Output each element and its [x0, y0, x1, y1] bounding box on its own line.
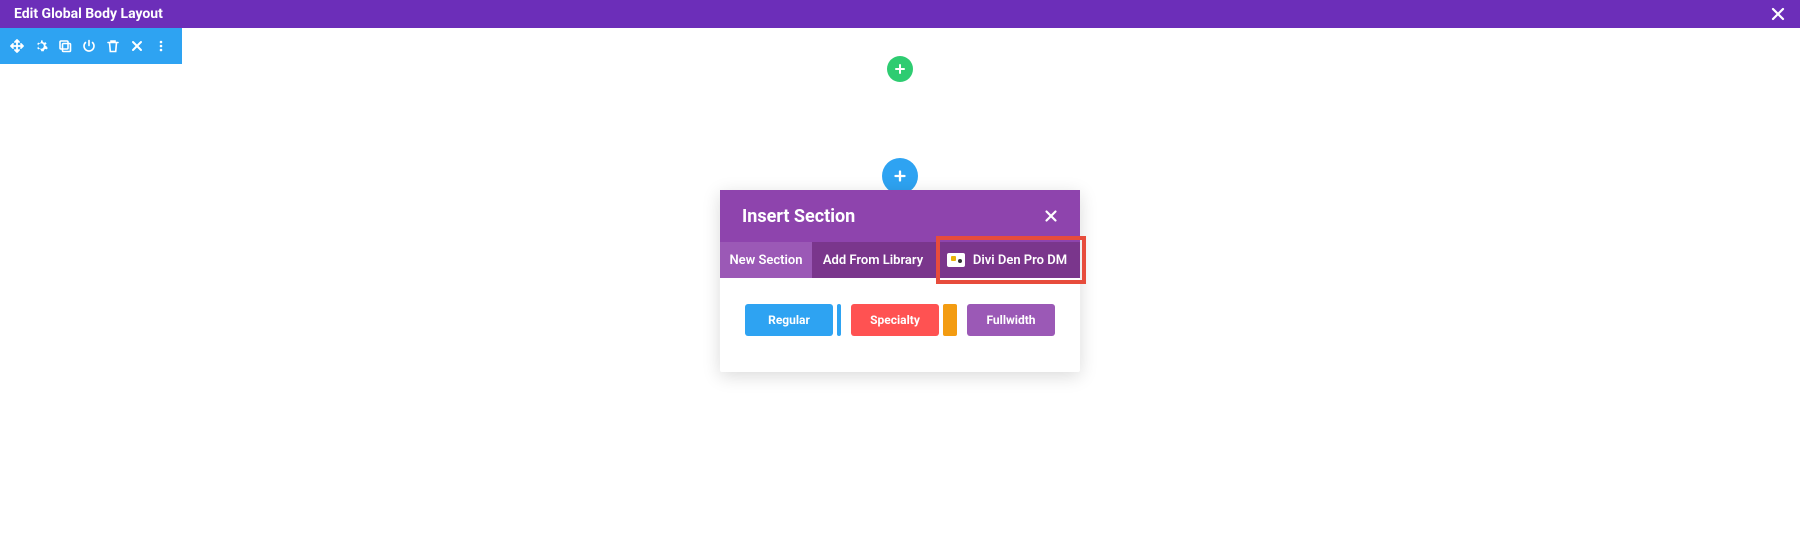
modal-title: Insert Section	[742, 206, 855, 227]
settings-button[interactable]	[34, 39, 48, 53]
tab-new-section[interactable]: New Section	[720, 242, 812, 278]
modal-header: Insert Section	[720, 190, 1080, 242]
tab-label: Divi Den Pro DM	[973, 253, 1067, 268]
header-close-button[interactable]	[1770, 6, 1786, 22]
plugin-icon	[947, 253, 965, 267]
tab-add-from-library[interactable]: Add From Library	[812, 242, 934, 278]
tab-label: New Section	[729, 253, 802, 268]
section-type-row: Regular Specialty Fullwidth	[720, 278, 1080, 372]
modal-tab-bar: New Section Add From Library Divi Den Pr…	[720, 242, 1080, 278]
modal-close-button[interactable]	[1044, 209, 1058, 223]
tab-divi-den-pro-dm[interactable]: Divi Den Pro DM	[934, 242, 1080, 278]
specialty-section-group: Specialty	[851, 304, 957, 336]
fullwidth-section-button[interactable]: Fullwidth	[967, 304, 1055, 336]
trash-icon	[106, 39, 120, 53]
page-title: Edit Global Body Layout	[14, 6, 163, 22]
plus-icon	[894, 63, 906, 75]
insert-section-modal: Insert Section New Section Add From Libr…	[720, 190, 1080, 372]
regular-section-button[interactable]: Regular	[745, 304, 833, 336]
duplicate-icon	[58, 39, 72, 53]
power-button[interactable]	[82, 39, 96, 53]
delete-button[interactable]	[106, 39, 120, 53]
move-button[interactable]	[10, 39, 24, 53]
close-icon	[130, 39, 144, 53]
plus-icon	[893, 169, 907, 183]
duplicate-button[interactable]	[58, 39, 72, 53]
tab-label: Add From Library	[823, 253, 923, 268]
button-label: Regular	[768, 313, 810, 327]
close-toolbar-button[interactable]	[130, 39, 144, 53]
more-button[interactable]	[154, 39, 168, 53]
button-label: Specialty	[870, 313, 920, 327]
move-icon	[10, 39, 24, 53]
regular-drag-handle[interactable]	[837, 304, 841, 336]
close-icon	[1770, 6, 1786, 22]
add-section-trigger	[882, 158, 918, 194]
power-icon	[82, 39, 96, 53]
more-vertical-icon	[154, 39, 168, 53]
section-toolbar	[0, 28, 182, 64]
add-row-button[interactable]	[887, 56, 913, 82]
button-label: Fullwidth	[986, 313, 1035, 327]
add-section-button[interactable]	[882, 158, 918, 194]
specialty-section-button[interactable]: Specialty	[851, 304, 939, 336]
regular-section-group: Regular	[745, 304, 841, 336]
close-icon	[1044, 209, 1058, 223]
top-header-bar: Edit Global Body Layout	[0, 0, 1800, 28]
gear-icon	[34, 39, 48, 53]
specialty-drag-handle[interactable]	[943, 304, 957, 336]
